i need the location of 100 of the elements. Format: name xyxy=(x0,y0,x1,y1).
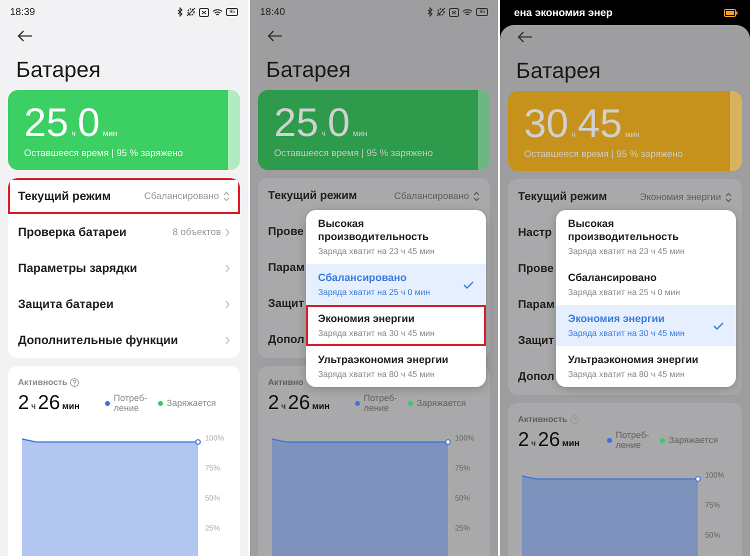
option-title: Ультраэкономия энергии xyxy=(318,354,450,367)
row-label: Дополнительные функции xyxy=(18,333,178,347)
option-subtitle: Заряда хватит на 25 ч 0 мин xyxy=(568,287,682,297)
status-time: 18:39 xyxy=(10,6,36,18)
row-value: Экономия энергии xyxy=(640,192,721,202)
activity-hours-unit: ч xyxy=(31,400,36,410)
legend-label: Заряжается xyxy=(416,398,466,408)
option-subtitle: Заряда хватит на 25 ч 0 мин xyxy=(318,287,432,297)
mode-option[interactable]: Ультраэкономия энергии Заряда хватит на 80 ч 45 мин xyxy=(556,346,736,387)
wifi-icon xyxy=(462,8,474,16)
page-title: Батарея xyxy=(266,56,352,84)
notification-ticker: ена экономия энер xyxy=(514,6,613,18)
legend-label: Потреб-ление xyxy=(114,393,148,413)
activity-title: Активно xyxy=(268,377,304,387)
sim-card-icon xyxy=(199,8,210,16)
up-down-chevron-icon xyxy=(725,192,732,202)
page-title: Батарея xyxy=(16,56,102,84)
chevron-right-icon xyxy=(225,264,230,272)
minutes-unit: мин xyxy=(625,130,640,139)
activity-hours-unit: ч xyxy=(531,438,536,448)
activity-hours: 2 xyxy=(518,428,530,452)
wifi-icon xyxy=(212,8,224,16)
minutes-unit: мин xyxy=(352,129,368,138)
mode-option[interactable]: Экономия энергии Заряда хватит на 30 ч 45 мин xyxy=(556,305,736,346)
option-title: Высокая производительность xyxy=(568,218,680,244)
option-subtitle: Заряда хватит на 30 ч 45 мин xyxy=(318,328,436,338)
activity-minutes-unit: мин xyxy=(312,400,330,410)
back-arrow-icon[interactable] xyxy=(517,31,533,43)
minutes-value: 0 xyxy=(328,102,350,144)
checkmark-icon xyxy=(713,322,724,330)
row-label: Текущий режим xyxy=(18,189,111,203)
row-label: Проверка батареи xyxy=(18,225,127,239)
hours-unit: ч xyxy=(72,129,76,138)
hours-unit: ч xyxy=(322,129,326,138)
battery-caption: Оставшееся время | 95 % заряжено xyxy=(24,148,184,159)
sim-card-icon xyxy=(449,8,460,16)
row-label: Защита батареи xyxy=(18,297,114,311)
minutes-value: 45 xyxy=(578,103,622,145)
activity-minutes: 26 xyxy=(38,392,60,414)
row-label: Текущий режим xyxy=(268,190,358,202)
option-title: Экономия энергии xyxy=(568,313,666,326)
chevron-right-icon xyxy=(225,300,230,308)
row-value: Сбалансировано xyxy=(394,190,469,202)
option-subtitle: Заряда хватит на 30 ч 45 мин xyxy=(568,328,686,338)
row-label: Текущий режим xyxy=(518,191,608,203)
back-arrow-icon[interactable] xyxy=(17,30,33,42)
option-subtitle: Заряда хватит на 23 ч 45 мин xyxy=(568,246,686,256)
legend-label: Потреб-ление xyxy=(616,430,650,450)
hours-value: 25 xyxy=(24,102,68,144)
battery-icon xyxy=(724,8,738,16)
option-title: Сбалансировано xyxy=(568,272,658,285)
up-down-chevron-icon xyxy=(473,190,480,202)
activity-hours: 2 xyxy=(18,392,30,414)
page-title: Батарея xyxy=(516,57,602,85)
option-title: Экономия энергии xyxy=(318,313,416,326)
help-icon xyxy=(70,378,80,386)
bluetooth-icon xyxy=(427,7,434,17)
chevron-right-icon xyxy=(225,336,230,344)
activity-minutes-unit: мин xyxy=(562,438,580,448)
option-title: Ультраэкономия энергии xyxy=(568,354,700,367)
activity-minutes: 26 xyxy=(538,428,560,452)
activity-hours: 2 xyxy=(268,392,280,414)
battery-caption: Оставшееся время | 95 % заряжено xyxy=(274,148,434,159)
settings-row[interactable]: Текущий режим Сбалансировано xyxy=(8,178,240,214)
hours-unit: ч xyxy=(572,130,576,139)
row-value: 8 объектов xyxy=(172,226,221,238)
activity-title: Активность xyxy=(18,377,68,387)
settings-row[interactable]: Параметры зарядки xyxy=(8,250,240,286)
row-value: Сбалансировано xyxy=(144,190,219,202)
hours-value: 30 xyxy=(524,103,568,145)
option-title: Сбалансировано xyxy=(318,272,408,285)
hours-value: 25 xyxy=(274,102,318,144)
mode-option[interactable]: Ультраэкономия энергии Заряда хватит на 80 ч 45 мин xyxy=(306,346,486,387)
status-time: 18:40 xyxy=(260,6,286,18)
activity-minutes-unit: мин xyxy=(62,400,80,410)
mode-option[interactable]: Сбалансировано Заряда хватит на 25 ч 0 мин xyxy=(556,264,736,305)
option-subtitle: Заряда хватит на 80 ч 45 мин xyxy=(318,369,436,379)
settings-row[interactable]: Проверка батареи 8 объектов xyxy=(8,214,240,250)
activity-hours-unit: ч xyxy=(281,400,286,410)
settings-row[interactable]: Защита батареи xyxy=(8,286,240,322)
back-arrow-icon[interactable] xyxy=(267,30,283,42)
mode-option[interactable]: Сбалансировано Заряда хватит на 25 ч 0 мин xyxy=(306,264,486,305)
legend-label: Заряжается xyxy=(668,435,718,445)
settings-row[interactable]: Дополнительные функции xyxy=(8,322,240,358)
up-down-chevron-icon xyxy=(223,190,230,202)
row-label: Параметры зарядки xyxy=(18,261,138,275)
bluetooth-icon xyxy=(177,7,184,17)
minutes-value: 0 xyxy=(78,102,100,144)
minutes-unit: мин xyxy=(102,129,118,138)
battery-caption: Оставшееся время | 95 % заряжено xyxy=(524,149,684,160)
checkmark-icon xyxy=(463,280,474,288)
legend-label: Заряжается xyxy=(166,398,216,408)
mode-option[interactable]: Экономия энергии Заряда хватит на 30 ч 45 мин xyxy=(306,305,486,346)
legend-label: Потреб-ление xyxy=(364,393,398,413)
activity-title: Активность xyxy=(518,414,568,424)
option-subtitle: Заряда хватит на 23 ч 45 мин xyxy=(318,246,436,256)
option-title: Высокая производительность xyxy=(318,218,430,244)
chevron-right-icon xyxy=(225,228,230,236)
activity-minutes: 26 xyxy=(288,392,310,414)
option-subtitle: Заряда хватит на 80 ч 45 мин xyxy=(568,369,686,379)
